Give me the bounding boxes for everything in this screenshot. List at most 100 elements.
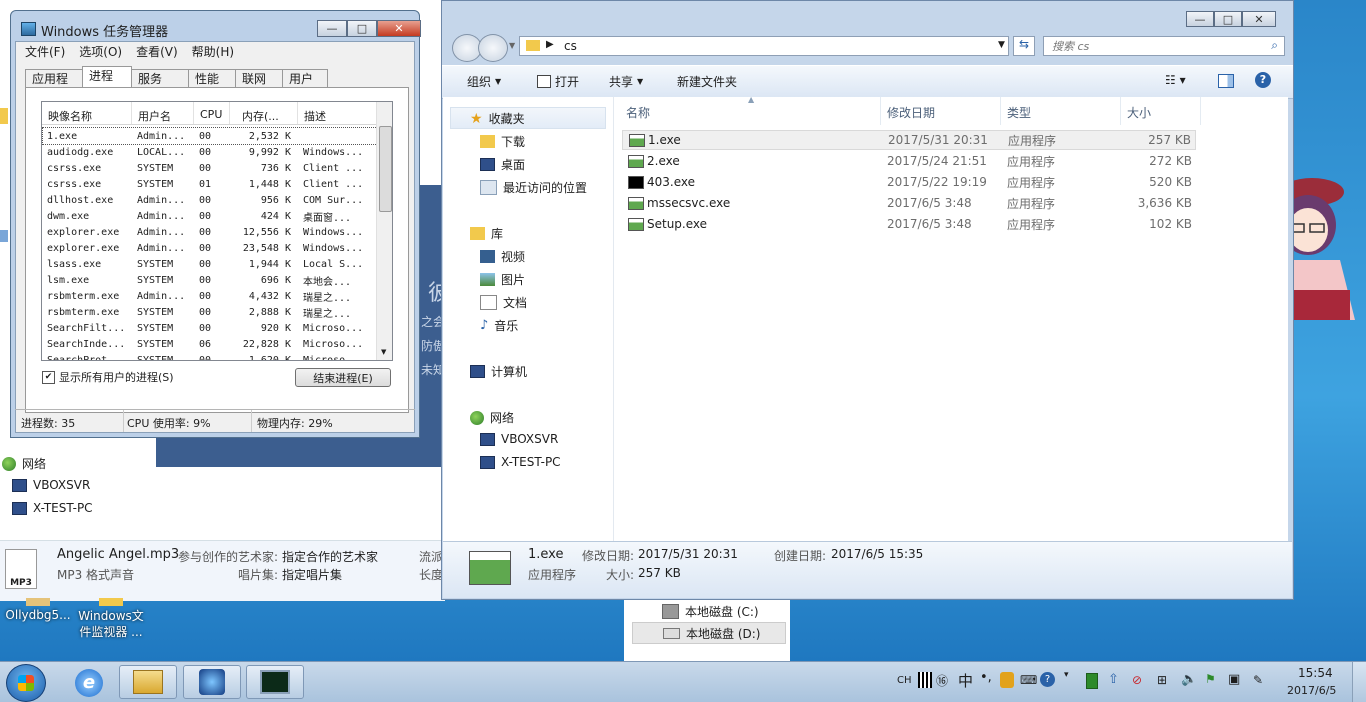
nav-libraries[interactable]: 库 xyxy=(470,225,503,242)
process-row[interactable]: lsass.exe SYSTEM 00 1,944 K Local S... xyxy=(43,256,377,272)
menu-view[interactable]: 查看(V) xyxy=(136,43,178,60)
column-header-memory[interactable]: 内存(... xyxy=(230,102,298,124)
bg-nav-vboxsvr[interactable]: VBOXSVR xyxy=(12,478,90,492)
minimize-button[interactable]: — xyxy=(317,20,347,37)
drive-c[interactable]: 本地磁盘 (C:) xyxy=(662,603,759,620)
process-row[interactable]: 1.exe Admin... 00 2,532 K xyxy=(42,127,378,145)
bg-nav-network[interactable]: 网络 xyxy=(2,455,46,472)
process-row[interactable]: dwm.exe Admin... 00 424 K 桌面窗... xyxy=(43,208,377,224)
show-all-processes-checkbox[interactable]: ✔ 显示所有用户的进程(S) xyxy=(42,369,174,385)
file-row[interactable]: 2.exe 2017/5/24 21:51 应用程序 272 KB xyxy=(622,151,1196,171)
menu-options[interactable]: 选项(O) xyxy=(79,43,122,60)
preview-pane-icon[interactable] xyxy=(1218,74,1234,88)
process-row[interactable]: SearchProt... SYSTEM 00 1,620 K Microso... xyxy=(43,352,377,361)
ime-mode-icon[interactable]: ⑯ xyxy=(936,672,948,689)
search-input[interactable] xyxy=(1050,39,1254,54)
maximize-button[interactable]: □ xyxy=(347,20,377,37)
taskbar-task-manager-button[interactable] xyxy=(246,665,304,699)
close-button[interactable]: ✕ xyxy=(1242,11,1276,27)
tray-edit-icon[interactable]: ✎ xyxy=(1253,673,1263,687)
clock-time[interactable]: 15:54 xyxy=(1298,666,1333,680)
end-process-button[interactable]: 结束进程(E) xyxy=(295,368,391,387)
nav-desktop[interactable]: 桌面 xyxy=(480,156,525,173)
column-divider[interactable] xyxy=(1200,97,1201,125)
ime-chinese-indicator[interactable]: 中 xyxy=(958,670,973,691)
address-path[interactable]: cs xyxy=(564,39,577,53)
process-row[interactable]: explorer.exe Admin... 00 12,556 K Windows... xyxy=(43,224,377,240)
refresh-icon[interactable]: ⇆ xyxy=(1013,36,1035,56)
column-header-cpu[interactable]: CPU xyxy=(194,102,230,124)
file-row[interactable]: 1.exe 2017/5/31 20:31 应用程序 257 KB xyxy=(622,130,1196,150)
process-row[interactable]: rsbmterm.exe Admin... 00 4,432 K 瑞星之... xyxy=(43,288,377,304)
history-dropdown-icon[interactable]: ▼ xyxy=(509,41,515,50)
column-header-name[interactable]: 名称 xyxy=(626,104,650,121)
column-header-image-name[interactable]: 映像名称 xyxy=(42,102,132,124)
tab-processes[interactable]: 进程 xyxy=(82,66,132,87)
action-center-icon[interactable]: ⚑ xyxy=(1205,672,1216,686)
column-header-description[interactable]: 描述 xyxy=(298,102,378,124)
menu-file[interactable]: 文件(F) xyxy=(25,43,65,60)
process-row[interactable]: SearchInde... SYSTEM 06 22,828 K Microso... xyxy=(43,336,377,352)
process-list-scrollbar[interactable]: ▼ xyxy=(376,102,392,360)
view-options-icon[interactable]: ☷ ▾ xyxy=(1165,73,1186,87)
process-row[interactable]: csrss.exe SYSTEM 01 1,448 K Client ... xyxy=(43,176,377,192)
nav-music[interactable]: ♪ 音乐 xyxy=(480,317,518,334)
bg-nav-x-test-pc[interactable]: X-TEST-PC xyxy=(12,501,93,515)
process-row[interactable]: audiodg.exe LOCAL... 00 9,992 K Windows... xyxy=(43,144,377,160)
column-divider[interactable] xyxy=(1120,97,1121,125)
minimize-button[interactable]: — xyxy=(1186,11,1214,27)
nav-computer[interactable]: 计算机 xyxy=(470,363,527,380)
column-divider[interactable] xyxy=(1000,97,1001,125)
volume-icon[interactable]: 🔈 xyxy=(1181,672,1197,687)
search-box[interactable]: ⌕ xyxy=(1043,36,1285,56)
language-indicator[interactable]: CH xyxy=(897,675,912,686)
internet-explorer-icon[interactable]: e xyxy=(75,669,103,697)
help-icon[interactable]: ? xyxy=(1255,72,1271,88)
tab-services[interactable]: 服务 xyxy=(131,69,189,87)
tab-performance[interactable]: 性能 xyxy=(188,69,236,87)
nav-pictures[interactable]: 图片 xyxy=(480,271,525,288)
nav-recent-places[interactable]: 最近访问的位置 xyxy=(480,179,587,196)
nav-vboxsvr[interactable]: VBOXSVR xyxy=(480,432,558,446)
taskbar-explorer-button[interactable] xyxy=(119,665,177,699)
search-icon[interactable]: ⌕ xyxy=(1271,38,1278,53)
tray-app-icon[interactable] xyxy=(1000,672,1014,688)
address-dropdown-icon[interactable]: ▼ xyxy=(998,40,1005,50)
forward-button[interactable] xyxy=(478,34,508,62)
tray-device-icon[interactable]: ▣ xyxy=(1228,672,1240,687)
column-header-size[interactable]: 大小 xyxy=(1127,104,1151,121)
start-button[interactable] xyxy=(6,664,46,702)
nav-x-test-pc[interactable]: X-TEST-PC xyxy=(480,455,561,469)
process-row[interactable]: explorer.exe Admin... 00 23,548 K Windows... xyxy=(43,240,377,256)
ime-help-icon[interactable]: ? xyxy=(1040,672,1055,687)
column-divider[interactable] xyxy=(880,97,881,125)
process-row[interactable]: SearchFilt... SYSTEM 00 920 K Microso... xyxy=(43,320,377,336)
tray-blocked-icon[interactable]: ⊘ xyxy=(1132,673,1142,687)
tray-security-icon[interactable] xyxy=(1086,673,1098,689)
scrollbar-thumb[interactable] xyxy=(379,126,392,212)
tray-upload-icon[interactable]: ⇧ xyxy=(1108,672,1119,687)
file-row[interactable]: mssecsvc.exe 2017/6/5 3:48 应用程序 3,636 KB xyxy=(622,193,1196,213)
menu-help[interactable]: 帮助(H) xyxy=(192,43,234,60)
process-row[interactable]: dllhost.exe Admin... 00 956 K COM Sur... xyxy=(43,192,377,208)
desktop-icon-file-monitor[interactable]: Windows文 件监视器 ... xyxy=(74,598,148,640)
file-row[interactable]: Setup.exe 2017/6/5 3:48 应用程序 102 KB xyxy=(622,214,1196,234)
desktop-icon-ollydbg[interactable]: Ollydbg5... xyxy=(2,598,74,622)
new-folder-button[interactable]: 新建文件夹 xyxy=(677,73,737,90)
tab-applications[interactable]: 应用程序 xyxy=(25,69,83,104)
scroll-down-icon[interactable]: ▼ xyxy=(381,348,386,356)
process-row[interactable]: lsm.exe SYSTEM 00 696 K 本地会... xyxy=(43,272,377,288)
address-bar[interactable]: ▶ cs ▼ xyxy=(519,36,1009,56)
nav-videos[interactable]: 视频 xyxy=(480,248,525,265)
nav-favorites[interactable]: ★ 收藏夹 xyxy=(470,110,525,127)
ime-options-icon[interactable]: ▾ xyxy=(1064,670,1069,680)
process-row[interactable]: csrss.exe SYSTEM 00 736 K Client ... xyxy=(43,160,377,176)
organize-button[interactable]: 组织 ▼ xyxy=(467,73,501,90)
maximize-button[interactable]: □ xyxy=(1214,11,1242,27)
tab-networking[interactable]: 联网 xyxy=(235,69,283,87)
close-button[interactable]: ✕ xyxy=(377,20,421,37)
share-button[interactable]: 共享 ▼ xyxy=(609,73,643,90)
process-list[interactable]: 映像名称 用户名 CPU 内存(... 描述 1.exe Admin... 00 2,… xyxy=(41,101,393,361)
nav-documents[interactable]: 文档 xyxy=(480,294,527,311)
taskbar-app-button[interactable] xyxy=(183,665,241,699)
